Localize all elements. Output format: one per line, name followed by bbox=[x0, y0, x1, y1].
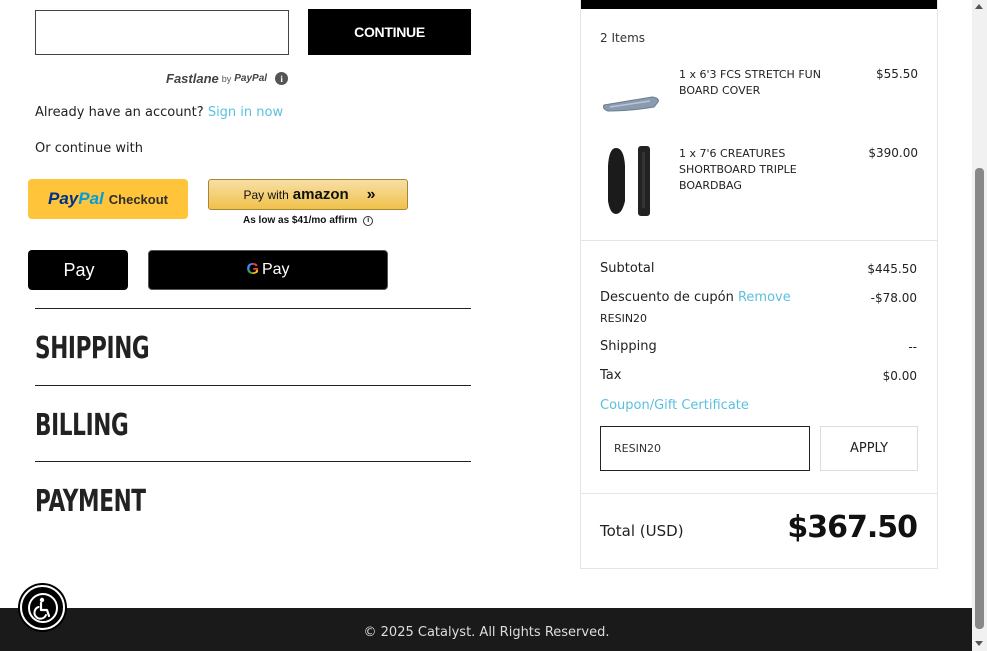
fastlane-logo: Fastlane bbox=[166, 71, 219, 86]
total-value: $367.50 bbox=[787, 510, 918, 545]
cart-item-price: $390.00 bbox=[868, 146, 918, 160]
paypal-logo: PayPal bbox=[47, 189, 104, 208]
order-summary: 2 Items 1 x 6'3 FCS STRETCH FUN BOARD CO… bbox=[580, 0, 938, 569]
wheelchair-icon bbox=[27, 592, 58, 623]
continue-button[interactable]: CONTINUE bbox=[308, 9, 471, 55]
discount-value: -$78.00 bbox=[870, 291, 917, 305]
section-shipping[interactable]: SHIPPING bbox=[35, 331, 150, 366]
apple-pay-label: Pay bbox=[63, 259, 95, 280]
accessibility-icon[interactable] bbox=[20, 585, 65, 630]
apply-coupon-button[interactable]: APPLY bbox=[820, 426, 918, 471]
scroll-up-icon[interactable] bbox=[975, 4, 983, 9]
divider bbox=[581, 240, 937, 241]
coupon-input[interactable]: RESIN20 bbox=[600, 426, 810, 471]
fastlane-badge: Fastlane by PayPal i bbox=[166, 71, 289, 86]
product-thumbnail bbox=[603, 96, 659, 112]
scrollbar-thumb[interactable] bbox=[975, 168, 984, 629]
section-payment[interactable]: PAYMENT bbox=[35, 484, 146, 519]
apple-pay-button[interactable]: Pay bbox=[28, 250, 128, 290]
total-label: Total (USD) bbox=[600, 522, 684, 540]
double-chevron-icon: » bbox=[366, 185, 376, 203]
scroll-down-icon[interactable] bbox=[975, 641, 983, 646]
subtotal-value: $445.50 bbox=[867, 262, 917, 276]
amazon-pay-with-label: Pay with bbox=[243, 187, 289, 202]
discount-row: Descuento de cupón Remove bbox=[600, 290, 791, 305]
affirm-promo: As low as $41/mo affirm i bbox=[243, 215, 374, 226]
applied-coupon-code: RESIN20 bbox=[600, 312, 648, 325]
paypal-checkout-button[interactable]: PayPal Checkout bbox=[28, 179, 188, 219]
discount-label: Descuento de cupón bbox=[600, 290, 734, 305]
tax-label: Tax bbox=[600, 368, 622, 383]
summary-header-bar bbox=[581, 0, 937, 9]
shipping-label: Shipping bbox=[600, 339, 657, 354]
amazon-pay-button[interactable]: Pay with amazon » bbox=[208, 179, 408, 210]
items-count: 2 Items bbox=[600, 31, 646, 45]
cart-item-price: $55.50 bbox=[876, 67, 918, 81]
scrollbar[interactable] bbox=[972, 0, 987, 651]
cart-item-name: 1 x 7'6 CREATURES SHORTBOARD TRIPLE BOAR… bbox=[679, 147, 797, 192]
info-icon[interactable]: i bbox=[363, 215, 374, 226]
email-input[interactable] bbox=[35, 10, 289, 55]
divider bbox=[581, 493, 937, 494]
cart-item-name: 1 x 6'3 FCS STRETCH FUN BOARD COVER bbox=[679, 68, 821, 97]
info-icon[interactable]: i bbox=[275, 72, 289, 85]
coupon-gift-certificate-link[interactable]: Coupon/Gift Certificate bbox=[600, 398, 749, 413]
account-prompt-text: Already have an account? bbox=[35, 105, 204, 120]
section-billing[interactable]: BILLING bbox=[35, 408, 129, 443]
amazon-logo: amazon bbox=[292, 186, 349, 203]
remove-coupon-link[interactable]: Remove bbox=[738, 290, 791, 305]
divider bbox=[35, 308, 471, 309]
subtotal-label: Subtotal bbox=[600, 261, 655, 276]
google-pay-label: Pay bbox=[261, 261, 290, 278]
fastlane-paypal: PayPal bbox=[234, 73, 268, 84]
google-pay-button[interactable]: G Pay bbox=[148, 250, 388, 290]
sign-in-link[interactable]: Sign in now bbox=[208, 105, 283, 120]
paypal-checkout-label: Checkout bbox=[108, 191, 168, 207]
footer: © 2025 Catalyst. All Rights Reserved. bbox=[0, 608, 973, 651]
affirm-logo: affirm bbox=[329, 215, 358, 226]
fastlane-by: by bbox=[221, 73, 232, 84]
tax-value: $0.00 bbox=[882, 369, 917, 383]
google-icon: G bbox=[246, 261, 259, 278]
affirm-text: As low as $41/mo bbox=[243, 215, 327, 226]
divider bbox=[35, 461, 471, 462]
product-thumbnail bbox=[608, 146, 650, 216]
divider bbox=[35, 385, 471, 386]
account-prompt: Already have an account? Sign in now bbox=[35, 105, 283, 120]
copyright-text: © 2025 Catalyst. All Rights Reserved. bbox=[363, 625, 610, 640]
or-continue-label: Or continue with bbox=[35, 141, 143, 156]
shipping-value: -- bbox=[908, 340, 917, 354]
